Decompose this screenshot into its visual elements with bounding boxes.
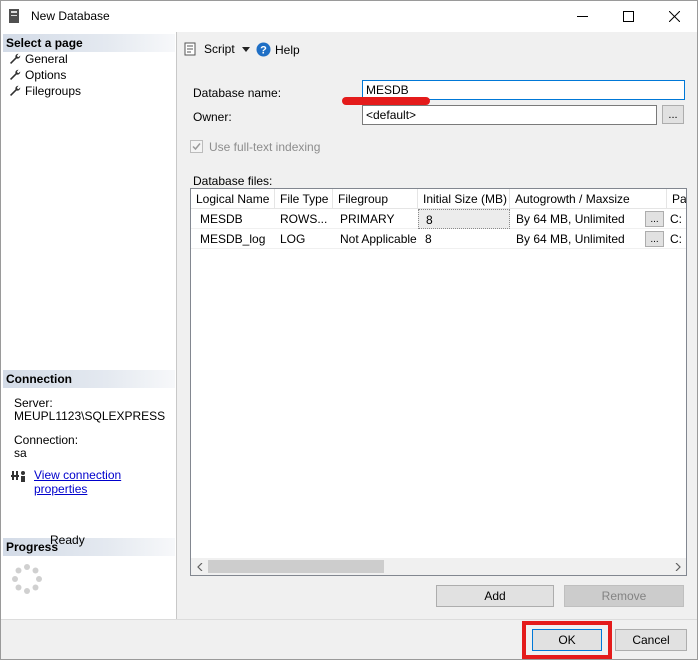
view-connection-properties-link[interactable]: View connection properties [34, 468, 176, 496]
cell-logical-name[interactable]: MESDB [191, 209, 275, 229]
add-button[interactable]: Add [436, 585, 554, 607]
connection-value: sa [14, 446, 27, 460]
maximize-icon [622, 11, 634, 22]
page-item-general[interactable]: General [9, 51, 68, 67]
cell-autogrowth[interactable]: By 64 MB, Unlimited [510, 209, 667, 229]
database-files-grid[interactable]: Logical Name File Type Filegroup Initial… [190, 188, 687, 576]
close-button[interactable] [651, 1, 697, 32]
cell-filegroup[interactable]: PRIMARY [333, 209, 418, 229]
cell-initial-size[interactable]: 8 [418, 229, 510, 249]
toolbar: Script ? Help [178, 32, 698, 66]
scroll-right-button[interactable] [669, 560, 686, 573]
database-name-value: MESDB [366, 83, 409, 97]
annotation-underline [342, 97, 430, 105]
chevron-left-icon [196, 562, 202, 571]
owner-label: Owner: [193, 110, 232, 124]
progress-status: Ready [50, 533, 85, 547]
new-database-dialog: New Database Select a page General Optio… [0, 0, 698, 660]
help-label: Help [275, 42, 300, 57]
svg-text:?: ? [260, 45, 267, 57]
autogrowth-edit-button[interactable]: ... [645, 231, 664, 247]
scrollbar-thumb[interactable] [208, 560, 384, 573]
cell-file-type[interactable]: ROWS... [275, 209, 333, 229]
wrench-icon [10, 53, 21, 64]
fulltext-checkbox[interactable] [190, 140, 203, 153]
remove-button[interactable]: Remove [564, 585, 684, 607]
script-button[interactable]: Script [184, 42, 253, 56]
cell-filegroup[interactable]: Not Applicable [333, 229, 418, 249]
server-label: Server: [14, 396, 53, 410]
autogrowth-edit-button[interactable]: ... [645, 211, 664, 227]
scroll-left-button[interactable] [191, 560, 208, 573]
page-item-label: Filegroups [25, 84, 82, 98]
column-header-autogrowth[interactable]: Autogrowth / Maxsize [510, 189, 667, 209]
script-label: Script [204, 42, 235, 56]
cell-file-type[interactable]: LOG [275, 229, 333, 249]
minimize-button[interactable] [559, 1, 605, 32]
wrench-icon [10, 69, 21, 80]
database-icon [9, 9, 19, 23]
dropdown-arrow-icon [241, 47, 250, 52]
close-icon [668, 11, 680, 22]
title-bar: New Database [1, 1, 697, 32]
owner-browse-button[interactable]: ... [662, 105, 684, 124]
cell-path[interactable]: C: [667, 209, 686, 229]
minimize-icon [576, 16, 588, 17]
cell-logical-name[interactable]: MESDB_log [191, 229, 275, 249]
owner-input[interactable]: <default> [362, 105, 657, 125]
column-header-logical-name[interactable]: Logical Name [191, 189, 275, 209]
page-item-label: Options [25, 68, 67, 82]
help-button[interactable]: ? Help [256, 42, 300, 57]
connection-properties-icon [11, 471, 25, 482]
database-name-label: Database name: [193, 86, 282, 100]
chevron-right-icon [675, 562, 681, 571]
database-files-label: Database files: [193, 174, 273, 188]
column-header-initial-size[interactable]: Initial Size (MB) [418, 189, 510, 209]
annotation-highlight-box [522, 621, 612, 659]
script-icon [184, 42, 196, 56]
window-title: New Database [31, 9, 110, 23]
maximize-button[interactable] [605, 1, 651, 32]
footer-divider [1, 619, 697, 620]
cell-path[interactable]: C: [667, 229, 686, 249]
checkmark-icon [192, 143, 201, 151]
progress-spinner-icon [12, 564, 42, 594]
column-header-file-type[interactable]: File Type [275, 189, 333, 209]
left-pane: Select a page General Options Filegroups… [1, 32, 177, 619]
wrench-icon [10, 85, 21, 96]
column-header-filegroup[interactable]: Filegroup [333, 189, 418, 209]
horizontal-scrollbar[interactable] [191, 558, 686, 575]
owner-value: <default> [366, 108, 417, 122]
page-item-filegroups[interactable]: Filegroups [9, 83, 81, 99]
server-value: MEUPL1123\SQLEXPRESS [14, 409, 166, 423]
page-item-label: General [25, 52, 68, 66]
cancel-button[interactable]: Cancel [615, 629, 687, 651]
cell-initial-size[interactable]: 8 [418, 209, 510, 229]
connection-header: Connection [3, 370, 175, 388]
help-icon: ? [256, 42, 271, 57]
cell-autogrowth[interactable]: By 64 MB, Unlimited [510, 229, 667, 249]
fulltext-label: Use full-text indexing [209, 140, 321, 154]
select-page-header: Select a page [3, 34, 175, 52]
connection-label: Connection: [14, 433, 79, 447]
page-item-options[interactable]: Options [9, 67, 66, 83]
column-header-path[interactable]: Pa [667, 189, 686, 209]
progress-header: Progress [3, 538, 175, 556]
